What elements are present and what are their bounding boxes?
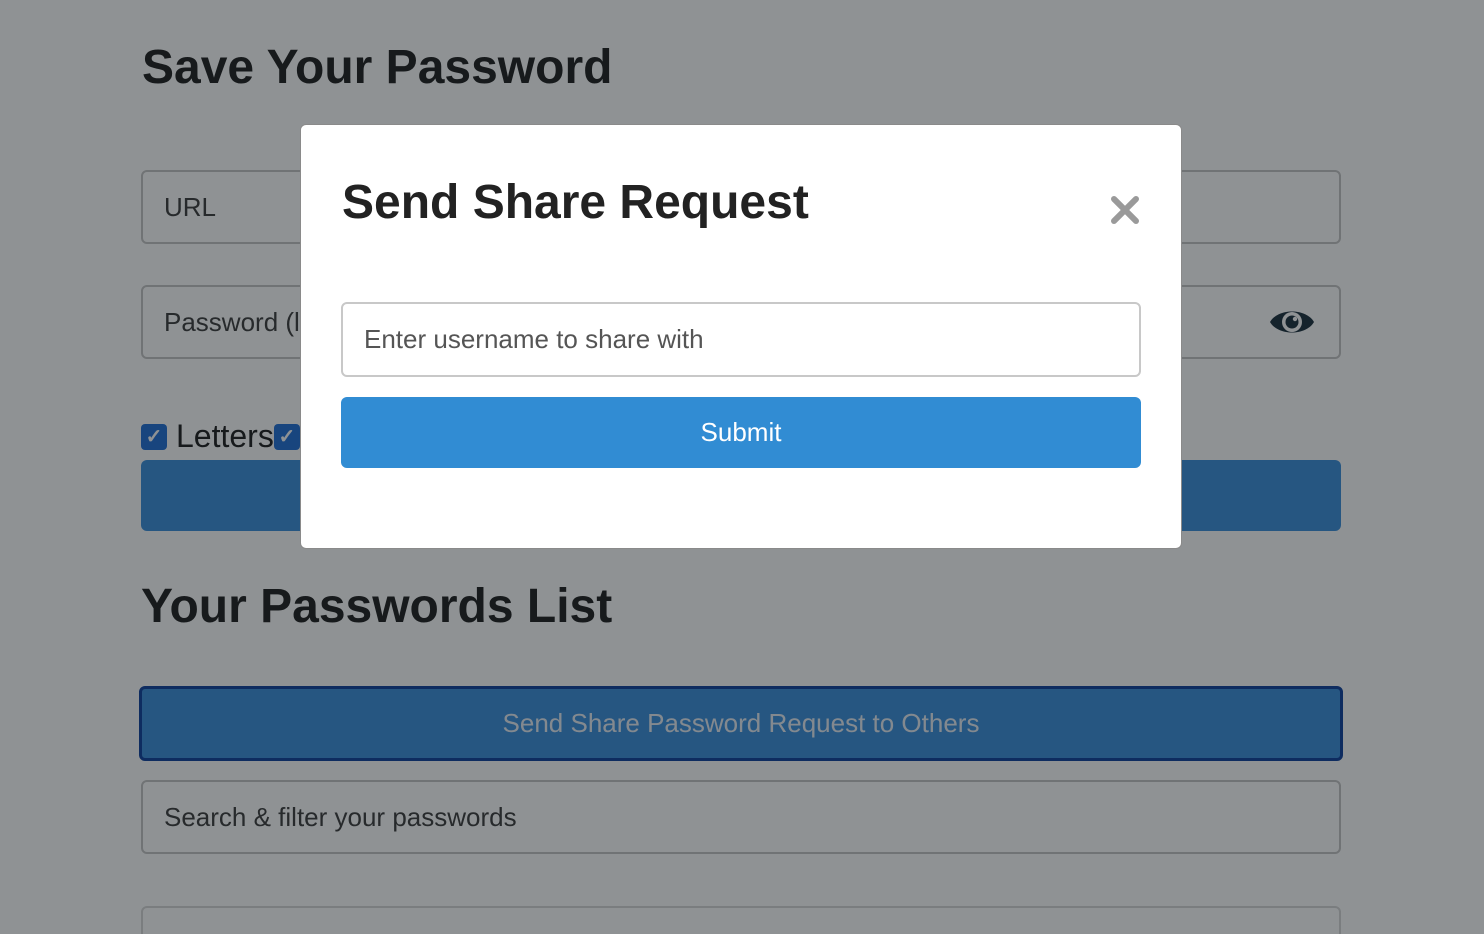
submit-button[interactable]: Submit [341,397,1141,468]
share-username-input[interactable] [341,302,1141,377]
close-icon[interactable] [1107,192,1143,228]
share-request-modal: Send Share Request Submit [300,124,1182,549]
modal-title: Send Share Request [342,176,809,229]
